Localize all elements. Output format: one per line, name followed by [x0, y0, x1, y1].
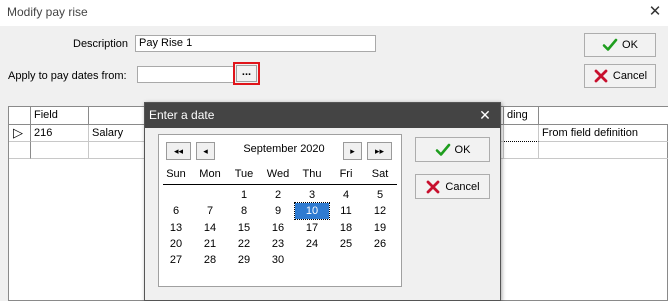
apply-dates-label: Apply to pay dates from:: [8, 70, 127, 82]
checkmark-icon: [602, 38, 618, 51]
day-header: Mon: [199, 168, 221, 180]
date-picker-button-highlight: ...: [233, 62, 260, 85]
prev-month-button[interactable]: ◂: [196, 142, 215, 160]
calendar-day[interactable]: 26: [363, 236, 397, 252]
cell-ding[interactable]: [504, 125, 539, 142]
calendar-day[interactable]: 27: [159, 252, 193, 268]
new-row-indicator[interactable]: [9, 142, 31, 159]
calendar-day[interactable]: 20: [159, 236, 193, 252]
calendar-day[interactable]: 4: [329, 187, 363, 203]
day-header: Thu: [302, 168, 322, 180]
description-input[interactable]: Pay Rise 1: [135, 35, 376, 52]
column-header-field[interactable]: Field: [31, 107, 89, 125]
title-bar: Modify pay rise ✕: [0, 0, 668, 26]
new-row-cell[interactable]: [504, 142, 539, 159]
next-month-button[interactable]: ▸: [343, 142, 362, 160]
column-header-source[interactable]: [539, 107, 668, 125]
calendar-day[interactable]: 21: [193, 236, 227, 252]
new-row-cell[interactable]: [31, 142, 89, 159]
calendar-day[interactable]: 7: [193, 203, 227, 219]
calendar-day[interactable]: 9: [261, 203, 295, 219]
cell-field[interactable]: 216: [31, 125, 89, 142]
day-header: Wed: [266, 168, 290, 180]
checkmark-icon: [435, 143, 450, 156]
dialog-ok-button[interactable]: OK: [415, 137, 490, 162]
calendar-day[interactable]: 19: [363, 220, 397, 236]
cell-source[interactable]: From field definition: [539, 125, 668, 142]
calendar-day[interactable]: 23: [261, 236, 295, 252]
calendar-day[interactable]: 30: [261, 252, 295, 268]
dialog-ok-label: OK: [454, 143, 471, 156]
calendar-day[interactable]: 25: [329, 236, 363, 252]
window-close-icon[interactable]: ✕: [645, 3, 665, 21]
calendar-day[interactable]: 8: [227, 203, 261, 219]
calendar-day[interactable]: 1: [227, 187, 261, 203]
date-picker-button[interactable]: ...: [236, 65, 257, 82]
cancel-label: Cancel: [612, 70, 648, 82]
cross-icon: [426, 180, 440, 193]
dialog-cancel-button[interactable]: Cancel: [415, 174, 490, 199]
cross-icon: [594, 69, 608, 83]
ok-label: OK: [622, 39, 638, 51]
calendar-day[interactable]: 29: [227, 252, 261, 268]
dialog-close-icon[interactable]: ✕: [476, 106, 494, 124]
cancel-button[interactable]: Cancel: [584, 64, 656, 88]
calendar-day[interactable]: 5: [363, 187, 397, 203]
calendar-day[interactable]: 6: [159, 203, 193, 219]
enter-date-dialog: Enter a date ✕ ◂◂ ◂ September 2020 ▸ ▸▸ …: [144, 102, 501, 301]
calendar-day[interactable]: 3: [295, 187, 329, 203]
new-row-cell[interactable]: [539, 142, 668, 159]
calendar-day[interactable]: 15: [227, 220, 261, 236]
calendar-day[interactable]: 16: [261, 220, 295, 236]
calendar-day[interactable]: 2: [261, 187, 295, 203]
calendar-day-selected[interactable]: 10: [294, 202, 330, 221]
calendar-day[interactable]: 28: [193, 252, 227, 268]
dialog-cancel-label: Cancel: [445, 180, 480, 193]
grid-corner-header: [9, 107, 31, 125]
calendar-day[interactable]: 22: [227, 236, 261, 252]
prev-year-button[interactable]: ◂◂: [166, 142, 191, 160]
ok-button[interactable]: OK: [584, 33, 656, 57]
next-year-button[interactable]: ▸▸: [367, 142, 392, 160]
calendar-day[interactable]: 13: [159, 220, 193, 236]
month-year-label: September 2020: [243, 143, 325, 155]
row-indicator-icon[interactable]: ▷: [9, 125, 31, 142]
calendar-day[interactable]: 17: [295, 220, 329, 236]
day-header: Tue: [234, 168, 254, 180]
description-label: Description: [73, 38, 129, 50]
day-header: Sun: [166, 168, 186, 180]
day-header: Fri: [339, 168, 353, 180]
header-divider: [163, 184, 397, 185]
calendar-day[interactable]: 18: [329, 220, 363, 236]
calendar-day[interactable]: 14: [193, 220, 227, 236]
calendar-day[interactable]: 24: [295, 236, 329, 252]
window-title: Modify pay rise: [7, 5, 88, 19]
day-header: Sat: [371, 168, 389, 180]
apply-dates-input[interactable]: [137, 66, 235, 83]
calendar: ◂◂ ◂ September 2020 ▸ ▸▸ Sun Mon Tue Wed…: [158, 134, 402, 287]
calendar-day[interactable]: 12: [363, 203, 397, 219]
column-header-ding[interactable]: ding: [504, 107, 539, 125]
calendar-day[interactable]: 11: [329, 203, 363, 219]
dialog-title: Enter a date: [145, 103, 500, 128]
